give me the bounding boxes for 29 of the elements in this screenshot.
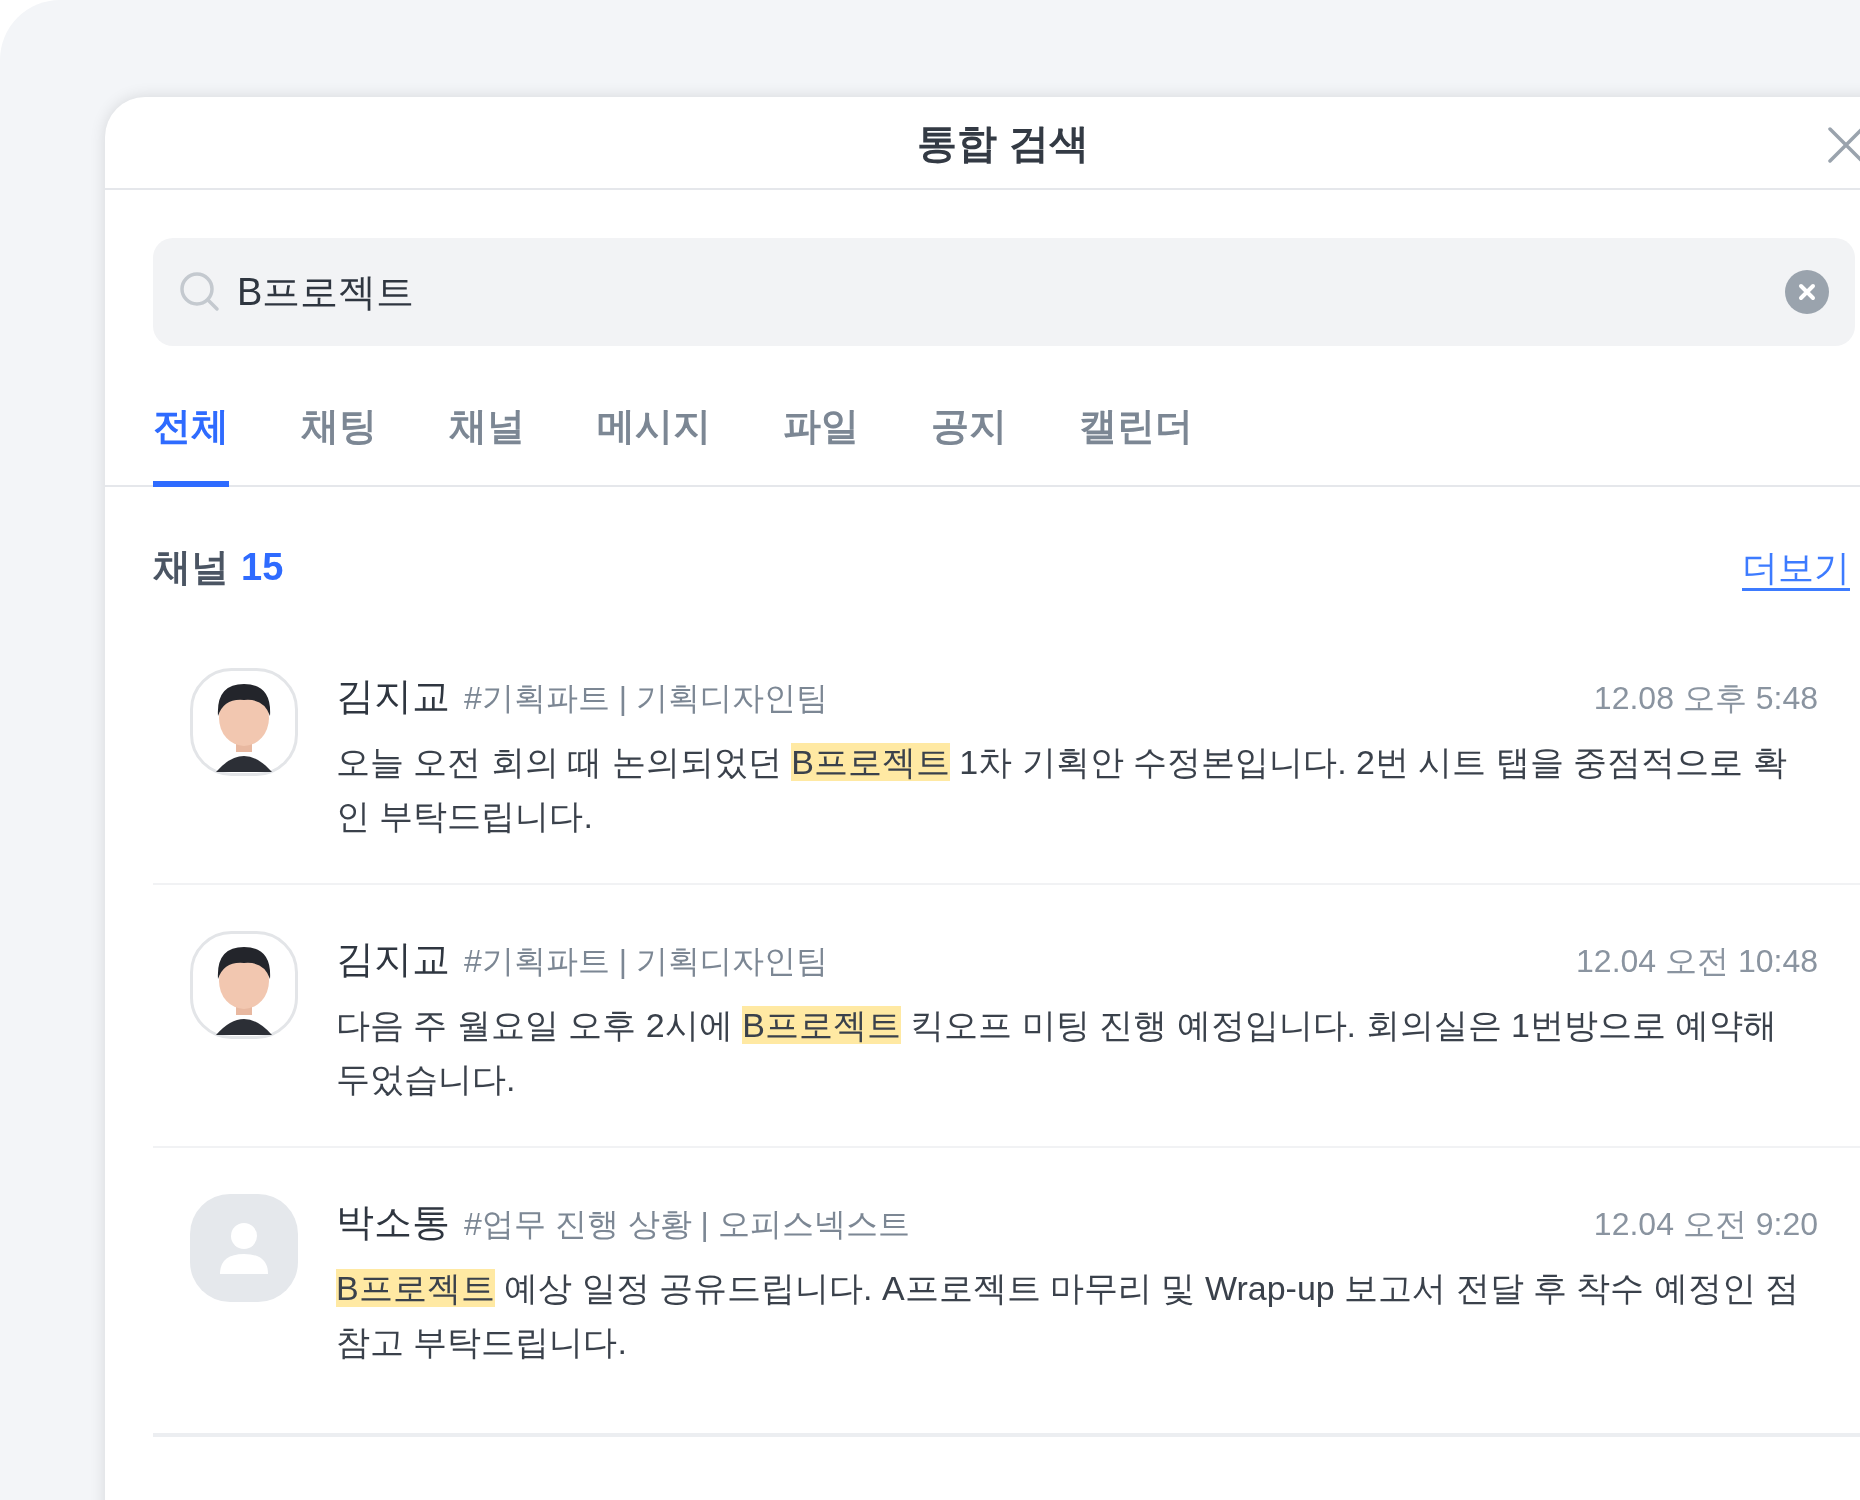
tab[interactable]: 파일 [783, 398, 859, 487]
message-text: B프로젝트 예상 일정 공유드립니다. A프로젝트 마무리 및 Wrap-up 보고서 전달 후 착수 예정인 점 참고 부탁드립니다. [336, 1268, 1801, 1363]
timestamp: 12.04 오전 10:48 [1576, 942, 1818, 981]
search-field[interactable]: B프로젝트 [153, 238, 1855, 346]
sender-name: 김지교 [336, 674, 450, 719]
message-text: 다음 주 월요일 오후 2시에 B프로젝트 킥오프 미팅 진행 예정입니다. 회의실은 1번방으로 예약해 두었습니다. [336, 1005, 1779, 1100]
channel-name: #기획파트 | 기획디자인팀 [464, 942, 829, 981]
search-text: B프로젝트 [237, 269, 416, 315]
tab[interactable]: 공지 [931, 398, 1007, 487]
close-icon[interactable] [1826, 125, 1860, 165]
default-avatar-icon [190, 1194, 298, 1302]
message-text: 오늘 오전 회의 때 논의되었던 B프로젝트 1차 기획안 수정본입니다. 2번 시트 탭을 중점적으로 확인 부탁드립니다. [336, 742, 1788, 837]
sender-name: 박소통 [336, 1200, 450, 1245]
dialog-title: 통합 검색 [917, 119, 1089, 167]
tab[interactable]: 메시지 [597, 398, 711, 487]
section-title: 채널 [153, 545, 229, 590]
tab[interactable]: 캘린더 [1079, 398, 1193, 487]
tab[interactable]: 채팅 [301, 398, 377, 487]
timestamp: 12.04 오전 9:20 [1593, 1205, 1818, 1244]
channel-name: #업무 진행 상황 | 오피스넥스트 [464, 1205, 911, 1244]
channel-name: #기획파트 | 기획디자인팀 [464, 679, 829, 718]
more-link[interactable]: 더보기 [1742, 540, 1850, 595]
sender-name: 김지교 [336, 937, 450, 982]
clear-icon[interactable] [1785, 270, 1829, 314]
timestamp: 12.08 오후 5:48 [1593, 679, 1818, 718]
tab[interactable]: 채널 [449, 398, 525, 487]
search-icon [179, 271, 221, 313]
tab[interactable]: 전체 [153, 398, 229, 487]
result-count: 15 [241, 545, 284, 590]
